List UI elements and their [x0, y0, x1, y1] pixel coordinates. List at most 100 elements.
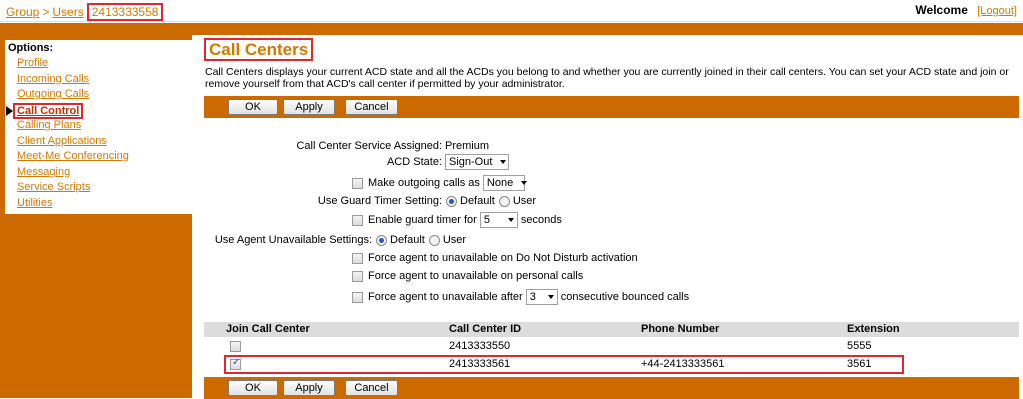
sidebar-item-label[interactable]: Meet-Me Conferencing: [17, 150, 129, 162]
enable-guard-timer-checkbox[interactable]: [352, 214, 363, 226]
force-personal-row: Force agent to unavailable on personal c…: [352, 267, 583, 285]
current-page-arrow-icon: [6, 105, 13, 116]
breadcrumb-users-link[interactable]: Users: [52, 5, 83, 19]
agent-unavailable-row: Use Agent Unavailable Settings: Default …: [204, 231, 466, 249]
guard-timer-row: Use Guard Timer Setting: Default User: [204, 192, 536, 210]
active-item-highlight: Call Control: [13, 102, 84, 119]
ok-button[interactable]: OK: [228, 380, 278, 396]
join-checkbox-row-1[interactable]: [230, 341, 246, 355]
column-header-id: Call Center ID: [449, 323, 522, 335]
force-personal-checkbox[interactable]: [352, 270, 363, 282]
guard-timer-user-radio[interactable]: [498, 195, 510, 207]
apply-button[interactable]: Apply: [283, 99, 335, 115]
force-personal-label: Force agent to unavailable on personal c…: [368, 270, 584, 282]
chevron-down-icon: [507, 218, 514, 222]
column-header-phone: Phone Number: [641, 323, 720, 335]
outgoing-calls-checkbox[interactable]: [352, 177, 363, 189]
agent-unavailable-default-label: Default: [390, 234, 425, 246]
breadcrumb-group-link[interactable]: Group: [6, 5, 39, 19]
sidebar-item-service-scripts[interactable]: Service Scripts: [5, 180, 193, 196]
acd-state-row: ACD State: Sign-Out: [204, 153, 512, 171]
sidebar-item-client-applications[interactable]: Client Applications: [5, 134, 193, 150]
sidebar-item-label[interactable]: Calling Plans: [17, 119, 81, 131]
sidebar-item-label[interactable]: Service Scripts: [17, 181, 90, 193]
force-dnd-row: Force agent to unavailable on Do Not Dis…: [352, 249, 638, 267]
table-row: 2413333550 5555: [204, 339, 1019, 355]
seconds-label: seconds: [520, 214, 562, 226]
bottom-button-bar: OK Apply Cancel: [204, 377, 1019, 399]
service-assigned-label: Call Center Service Assigned:: [296, 140, 442, 152]
bounced-suffix-label: consecutive bounced calls: [560, 291, 690, 303]
breadcrumb-separator: >: [42, 5, 50, 19]
breadcrumb-current-user: 2413333558: [86, 3, 164, 21]
welcome-text: Welcome: [915, 3, 968, 17]
breadcrumb: Group > Users 2413333558: [6, 3, 164, 21]
chevron-down-icon: [521, 181, 528, 185]
column-header-join: Join Call Center: [226, 323, 310, 335]
chevron-down-icon: [500, 160, 507, 164]
table-header: Join Call Center Call Center ID Phone Nu…: [204, 322, 1019, 337]
service-assigned-value: Premium: [445, 140, 490, 152]
force-dnd-label: Force agent to unavailable on Do Not Dis…: [368, 252, 638, 264]
sidebar-item-meet-me-conferencing[interactable]: Meet-Me Conferencing: [5, 149, 193, 165]
guard-timer-user-label: User: [512, 195, 537, 207]
sidebar-item-messaging[interactable]: Messaging: [5, 165, 193, 181]
apply-button[interactable]: Apply: [283, 380, 335, 396]
outgoing-calls-row: Make outgoing calls as None: [352, 174, 528, 192]
cancel-button[interactable]: Cancel: [345, 99, 398, 115]
guard-timer-value: 5: [483, 214, 490, 226]
page-title: Call Centers: [204, 38, 314, 61]
sidebar-item-label[interactable]: Profile: [17, 57, 48, 69]
sidebar-item-outgoing-calls[interactable]: Outgoing Calls: [5, 87, 193, 103]
outgoing-calls-value: None: [486, 177, 514, 189]
sidebar-item-label[interactable]: Outgoing Calls: [17, 88, 89, 100]
welcome-area: Welcome [Logout]: [915, 3, 1017, 17]
sidebar-item-label[interactable]: Client Applications: [17, 135, 107, 147]
force-bounced-checkbox[interactable]: [352, 291, 363, 303]
sidebar-item-profile[interactable]: Profile: [5, 56, 193, 72]
sidebar-item-call-control[interactable]: Call Control: [5, 102, 193, 119]
logout-link[interactable]: [Logout]: [977, 5, 1017, 17]
sidebar-item-label[interactable]: Utilities: [17, 197, 52, 209]
sidebar-item-calling-plans[interactable]: Calling Plans: [5, 118, 193, 134]
sidebar-item-label[interactable]: Incoming Calls: [17, 73, 89, 85]
column-header-extension: Extension: [847, 323, 900, 335]
page-description: Call Centers displays your current ACD s…: [205, 66, 1009, 90]
main-content: Call Centers Call Centers displays your …: [204, 35, 1023, 399]
ok-button[interactable]: OK: [228, 99, 278, 115]
outgoing-calls-select[interactable]: None: [482, 175, 528, 191]
outgoing-calls-label: Make outgoing calls as: [368, 177, 480, 189]
sidebar-item-incoming-calls[interactable]: Incoming Calls: [5, 72, 193, 88]
guard-timer-select[interactable]: 5: [479, 212, 518, 228]
acd-state-value: Sign-Out: [449, 156, 493, 168]
selected-row-highlight: [224, 355, 904, 374]
agent-unavailable-user-label: User: [442, 234, 467, 246]
force-bounced-row: Force agent to unavailable after 3 conse…: [352, 288, 689, 306]
force-bounced-label: Force agent to unavailable after: [368, 291, 523, 303]
agent-unavailable-label: Use Agent Unavailable Settings:: [214, 234, 372, 246]
guard-timer-default-label: Default: [460, 195, 495, 207]
sidebar-item-label[interactable]: Messaging: [17, 166, 70, 178]
acd-state-label: ACD State:: [386, 156, 442, 168]
cancel-button[interactable]: Cancel: [345, 380, 398, 396]
extension: 5555: [847, 340, 872, 352]
call-center-id: 2413333550: [449, 340, 511, 352]
guard-timer-default-radio[interactable]: [446, 195, 457, 207]
sidebar-item-utilities[interactable]: Utilities: [5, 196, 193, 212]
header-strip: [0, 23, 1023, 35]
guard-timer-label: Use Guard Timer Setting:: [317, 195, 442, 207]
bounced-calls-select[interactable]: 3: [525, 289, 558, 305]
sidebar-item-label[interactable]: Call Control: [17, 105, 79, 117]
enable-guard-timer-label: Enable guard timer for: [368, 214, 477, 226]
bounced-calls-value: 3: [529, 291, 536, 303]
options-label: Options:: [8, 42, 54, 54]
acd-state-select[interactable]: Sign-Out: [445, 154, 509, 170]
force-dnd-checkbox[interactable]: [352, 252, 363, 264]
agent-unavailable-default-radio[interactable]: [376, 234, 387, 246]
chevron-down-icon: [547, 295, 554, 299]
enable-guard-timer-row: Enable guard timer for 5 seconds: [352, 211, 562, 229]
top-bar: Group > Users 2413333558 Welcome [Logout…: [0, 0, 1023, 22]
options-menu: Options: Profile Incoming Calls Outgoing…: [5, 40, 193, 214]
top-button-bar: OK Apply Cancel: [204, 96, 1019, 118]
agent-unavailable-user-radio[interactable]: [428, 234, 440, 246]
